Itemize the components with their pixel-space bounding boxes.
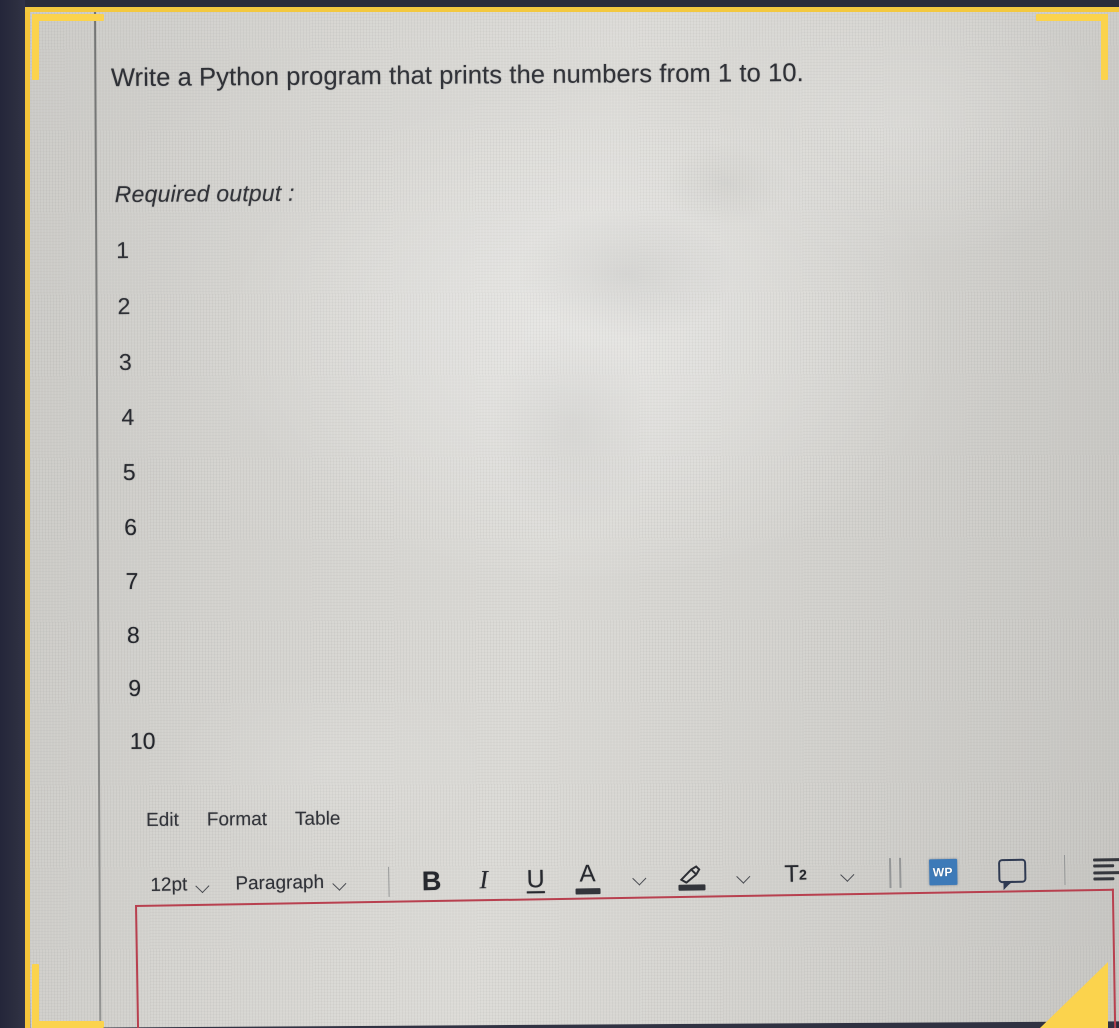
text-color-button[interactable]: A bbox=[570, 859, 605, 898]
superscript-base: T bbox=[784, 860, 800, 888]
chevron-down-icon bbox=[633, 873, 646, 881]
italic-button[interactable]: I bbox=[466, 861, 501, 900]
superscript-exponent: 2 bbox=[798, 866, 807, 883]
align-button[interactable] bbox=[1089, 850, 1119, 889]
chevron-down-icon bbox=[841, 870, 854, 878]
text-color-swatch bbox=[575, 888, 601, 895]
corner-bracket-bottom-left bbox=[32, 964, 104, 1028]
underline-button[interactable]: U bbox=[518, 860, 553, 899]
chevron-down-icon bbox=[737, 872, 750, 880]
superscript-button[interactable]: T2 bbox=[778, 855, 813, 894]
corner-bracket-bottom-right bbox=[1040, 962, 1110, 1028]
highlighter-pen-icon bbox=[677, 863, 706, 891]
bold-button[interactable]: B bbox=[414, 862, 449, 901]
comment-bubble-icon bbox=[997, 858, 1026, 884]
highlight-color-dropdown[interactable] bbox=[726, 856, 761, 895]
toolbar-divider bbox=[1063, 855, 1066, 886]
wordpress-embed-button[interactable]: WP bbox=[925, 853, 960, 892]
menu-item-format[interactable]: Format bbox=[207, 809, 267, 831]
left-bezel bbox=[0, 0, 25, 1028]
superscript-dropdown[interactable] bbox=[830, 855, 865, 894]
chevron-down-icon bbox=[333, 879, 346, 887]
editor-menubar: Edit Format Table bbox=[146, 808, 341, 832]
frame-line-left bbox=[25, 8, 30, 1028]
wp-badge-icon: WP bbox=[928, 858, 957, 886]
text-color-letter: A bbox=[579, 860, 596, 888]
text-color-dropdown[interactable] bbox=[622, 858, 657, 897]
photo-of-screen: Write a Python program that prints the n… bbox=[0, 0, 1119, 1028]
corner-bracket-top-left bbox=[32, 14, 104, 80]
rich-text-editor: Edit Format Table 12pt Paragraph B I U A bbox=[0, 0, 1119, 1028]
toolbar-divider bbox=[889, 858, 892, 889]
chevron-down-icon bbox=[196, 881, 209, 889]
corner-bracket-top-right bbox=[1036, 14, 1108, 80]
font-size-dropdown[interactable]: 12pt bbox=[150, 874, 209, 897]
toolbar-divider bbox=[898, 857, 902, 888]
align-lines-icon bbox=[1092, 857, 1119, 881]
block-format-dropdown[interactable]: Paragraph bbox=[235, 872, 346, 896]
block-format-value: Paragraph bbox=[235, 871, 325, 895]
comment-button[interactable] bbox=[994, 852, 1029, 891]
font-size-value: 12pt bbox=[150, 874, 188, 896]
toolbar-divider bbox=[387, 866, 390, 897]
menu-item-table[interactable]: Table bbox=[295, 808, 341, 830]
frame-line-top bbox=[25, 7, 1119, 12]
highlight-color-swatch bbox=[678, 883, 706, 891]
answer-text-area[interactable] bbox=[135, 888, 1117, 1028]
menu-item-edit[interactable]: Edit bbox=[146, 810, 179, 832]
text-color-icon: A bbox=[575, 860, 601, 895]
highlight-color-button[interactable] bbox=[674, 857, 709, 896]
